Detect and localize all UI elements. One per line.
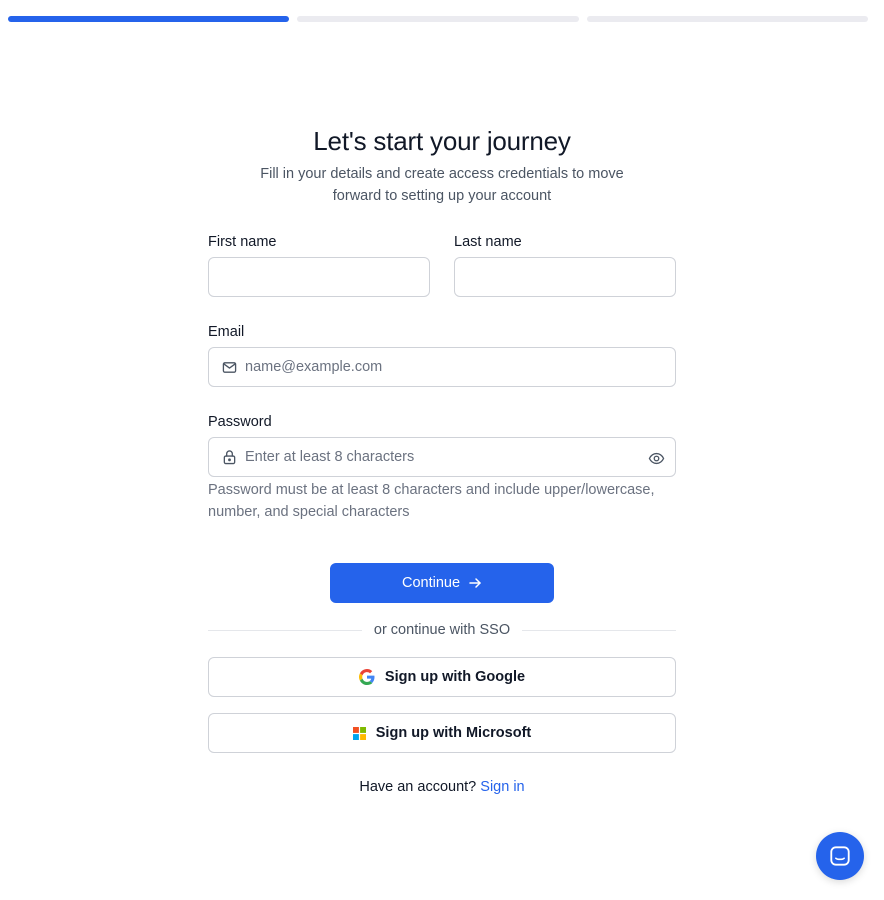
progress-step-1	[8, 16, 290, 22]
microsoft-icon	[352, 726, 366, 740]
password-placeholder: Enter at least 8 characters	[245, 449, 415, 465]
email-placeholder: name@example.com	[245, 359, 383, 375]
microsoft-signup-label: Sign up with Microsoft	[375, 725, 532, 741]
step-progress-bar	[8, 16, 868, 22]
email-input[interactable]: name@example.com	[208, 347, 676, 387]
email-label: Email	[208, 324, 245, 340]
first-name-label: First name	[208, 234, 277, 250]
last-name-input[interactable]	[454, 257, 676, 297]
mail-icon	[221, 359, 237, 375]
progress-step-3	[586, 16, 868, 22]
password-label: Password	[208, 414, 272, 430]
google-icon	[358, 669, 375, 685]
page-subtitle: Fill in your details and create access c…	[260, 166, 624, 204]
signin-link[interactable]: Sign in	[480, 779, 524, 795]
continue-button[interactable]: Continue	[330, 563, 554, 603]
first-name-input[interactable]	[208, 257, 430, 297]
divider-line-left	[208, 629, 362, 631]
signin-prompt: Have an account? Sign in	[208, 779, 676, 795]
eye-icon[interactable]	[647, 449, 665, 467]
divider-line-right	[522, 629, 676, 631]
chat-launcher-button[interactable]	[816, 832, 864, 880]
password-help-text: Password must be at least 8 characters a…	[208, 482, 655, 520]
arrow-right-icon	[468, 576, 482, 590]
lock-icon	[221, 449, 237, 465]
continue-label: Continue	[401, 575, 461, 591]
google-signup-button[interactable]: Sign up with Google	[208, 657, 676, 697]
microsoft-signup-button[interactable]: Sign up with Microsoft	[208, 713, 676, 753]
page-title: Let's start your journey	[313, 126, 571, 156]
last-name-label: Last name	[454, 234, 522, 250]
signin-prompt-text: Have an account?	[359, 779, 477, 795]
password-input[interactable]: Enter at least 8 characters	[208, 437, 676, 477]
chat-icon	[829, 845, 851, 867]
sso-divider: or continue with SSO	[208, 620, 676, 640]
sso-divider-text: or continue with SSO	[373, 622, 511, 638]
google-signup-label: Sign up with Google	[384, 669, 526, 685]
progress-step-2	[297, 16, 579, 22]
